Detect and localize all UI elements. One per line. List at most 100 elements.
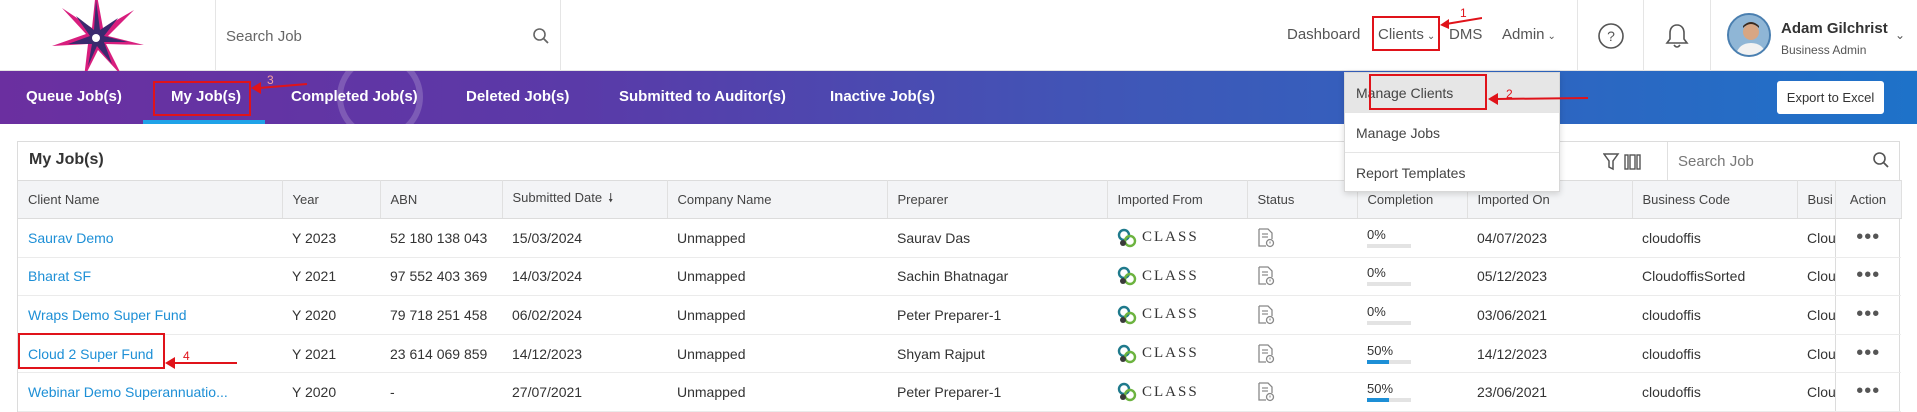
submitted-date-cell: 14/03/2024 [502, 257, 667, 297]
preparer-cell: Sachin Bhatnagar [887, 257, 1107, 297]
tab-queue-jobs[interactable]: Queue Job(s) [26, 88, 122, 105]
document-status-icon[interactable] [1257, 305, 1275, 325]
annotation-box [1369, 74, 1487, 110]
column-header[interactable]: ABN [380, 180, 503, 219]
imported-from-cell: CLASS [1107, 372, 1247, 412]
action-cell: ••• [1834, 218, 1901, 258]
user-name[interactable]: Adam Gilchrist [1781, 20, 1888, 37]
company-name-cell: Unmapped [667, 334, 887, 374]
client-name-link[interactable]: Webinar Demo Superannuatio... [18, 372, 282, 412]
client-name-link[interactable]: Saurav Demo [18, 218, 282, 258]
business-cell: Clou [1797, 257, 1835, 297]
document-status-icon[interactable] [1257, 266, 1275, 286]
column-header[interactable]: Status [1247, 180, 1358, 219]
abn-cell: 23 614 069 859 [380, 334, 502, 374]
completion-cell: 0% [1357, 218, 1467, 258]
chevron-down-icon[interactable]: ⌄ [1895, 28, 1905, 42]
help-icon[interactable]: ? [1597, 22, 1625, 50]
tab-inactive-jobs[interactable]: Inactive Job(s) [830, 88, 935, 105]
class-logo-icon [1117, 228, 1137, 247]
business-code-cell: cloudoffis [1632, 218, 1797, 258]
imported-on-cell: 04/07/2023 [1467, 218, 1632, 258]
document-status-icon[interactable] [1257, 228, 1275, 248]
menu-item-report-templates[interactable]: Report Templates [1345, 153, 1559, 193]
completion-cell: 50% [1357, 334, 1467, 374]
sort-down-icon[interactable]: 🠗 [608, 191, 613, 205]
user-role: Business Admin [1781, 43, 1867, 57]
column-header[interactable]: Company Name [667, 180, 888, 219]
table-row[interactable]: Cloud 2 Super Fund Y 2021 23 614 069 859 14… [18, 334, 1901, 374]
search-icon[interactable] [532, 27, 550, 45]
document-status-icon[interactable] [1257, 343, 1275, 364]
tab-completed-jobs[interactable]: Completed Job(s) [291, 88, 418, 105]
more-options-icon[interactable]: ••• [1856, 226, 1880, 248]
divider [1577, 0, 1578, 71]
imported-on-cell: 05/12/2023 [1467, 257, 1632, 297]
completion-cell: 0% [1357, 257, 1467, 297]
abn-cell: 52 180 138 043 [380, 218, 502, 258]
business-cell: Clou [1797, 218, 1835, 258]
company-logo[interactable] [48, 0, 144, 71]
preparer-cell: Shyam Rajput [887, 334, 1107, 374]
abn-cell: - [380, 372, 502, 412]
completion-percent: 0% [1367, 226, 1386, 242]
imported-on-cell: 03/06/2021 [1467, 295, 1632, 335]
nav-admin[interactable]: Admin ⌄ [1502, 26, 1556, 43]
menu-item-manage-jobs[interactable]: Manage Jobs [1345, 113, 1559, 153]
business-cell: Clou [1797, 372, 1835, 412]
business-code-cell: CloudoffisSorted [1632, 257, 1797, 297]
column-header[interactable]: Business Code [1632, 180, 1798, 219]
column-header[interactable]: Imported From [1107, 180, 1248, 219]
year-cell: Y 2020 [282, 372, 380, 412]
table-row[interactable]: Bharat SF Y 2021 97 552 403 369 14/03/2024 U… [18, 257, 1901, 297]
company-name-cell: Unmapped [667, 295, 887, 335]
more-options-icon[interactable]: ••• [1856, 303, 1880, 325]
year-cell: Y 2023 [282, 218, 380, 258]
filter-icon[interactable] [1603, 153, 1620, 171]
bell-icon[interactable] [1664, 22, 1690, 50]
preparer-cell: Peter Preparer-1 [887, 295, 1107, 335]
more-options-icon[interactable]: ••• [1856, 342, 1880, 364]
document-status-icon[interactable] [1257, 382, 1275, 402]
submitted-date-cell: 06/02/2024 [502, 295, 667, 335]
business-cell: Clou [1797, 334, 1835, 374]
imported-from-label: CLASS [1142, 383, 1199, 400]
business-code-cell: cloudoffis [1632, 372, 1797, 412]
column-header-submitted-date[interactable]: Submitted Date 🠗 [502, 180, 668, 219]
action-cell: ••• [1834, 334, 1901, 374]
table-row[interactable]: Webinar Demo Superannuatio... Y 2020-27/0… [18, 372, 1901, 412]
business-cell: Clou [1797, 295, 1835, 335]
avatar[interactable] [1727, 13, 1771, 57]
job-tabs-bar: Queue Job(s) My Job(s) Completed Job(s) … [0, 71, 1917, 124]
nav-dashboard[interactable]: Dashboard [1287, 26, 1360, 43]
column-header[interactable]: Preparer [887, 180, 1108, 219]
more-options-icon[interactable]: ••• [1856, 380, 1880, 402]
business-code-cell: cloudoffis [1632, 295, 1797, 335]
status-cell [1247, 295, 1357, 335]
tab-submitted-to-auditors[interactable]: Submitted to Auditor(s) [619, 88, 786, 105]
export-to-excel-button[interactable]: Export to Excel [1777, 81, 1884, 114]
column-header: Action [1834, 180, 1902, 219]
year-cell: Y 2020 [282, 295, 380, 335]
search-icon[interactable] [1872, 151, 1890, 169]
class-logo-icon [1117, 267, 1137, 286]
imported-on-cell: 23/06/2021 [1467, 372, 1632, 412]
more-options-icon[interactable]: ••• [1856, 264, 1880, 286]
column-header-label: Submitted Date [512, 190, 603, 205]
client-name-link[interactable]: Wraps Demo Super Fund [18, 295, 282, 335]
divider [1643, 0, 1644, 71]
column-header[interactable]: Busi [1797, 180, 1836, 219]
global-search-input[interactable] [226, 22, 516, 50]
imported-on-cell: 14/12/2023 [1467, 334, 1632, 374]
tab-deleted-jobs[interactable]: Deleted Job(s) [466, 88, 569, 105]
action-cell: ••• [1834, 295, 1901, 335]
column-header[interactable]: Client Name [18, 180, 283, 219]
column-header[interactable]: Year [282, 180, 381, 219]
job-search-input[interactable] [1678, 150, 1858, 172]
table-row[interactable]: Wraps Demo Super Fund Y 2020 79 718 251 45… [18, 295, 1901, 335]
columns-icon[interactable] [1624, 154, 1641, 170]
table-row[interactable]: Saurav Demo Y 2023 52 180 138 043 15/03/202… [18, 218, 1901, 258]
client-name-link[interactable]: Bharat SF [18, 257, 282, 297]
imported-from-label: CLASS [1142, 229, 1199, 246]
completion-progress-bar [1367, 359, 1411, 364]
